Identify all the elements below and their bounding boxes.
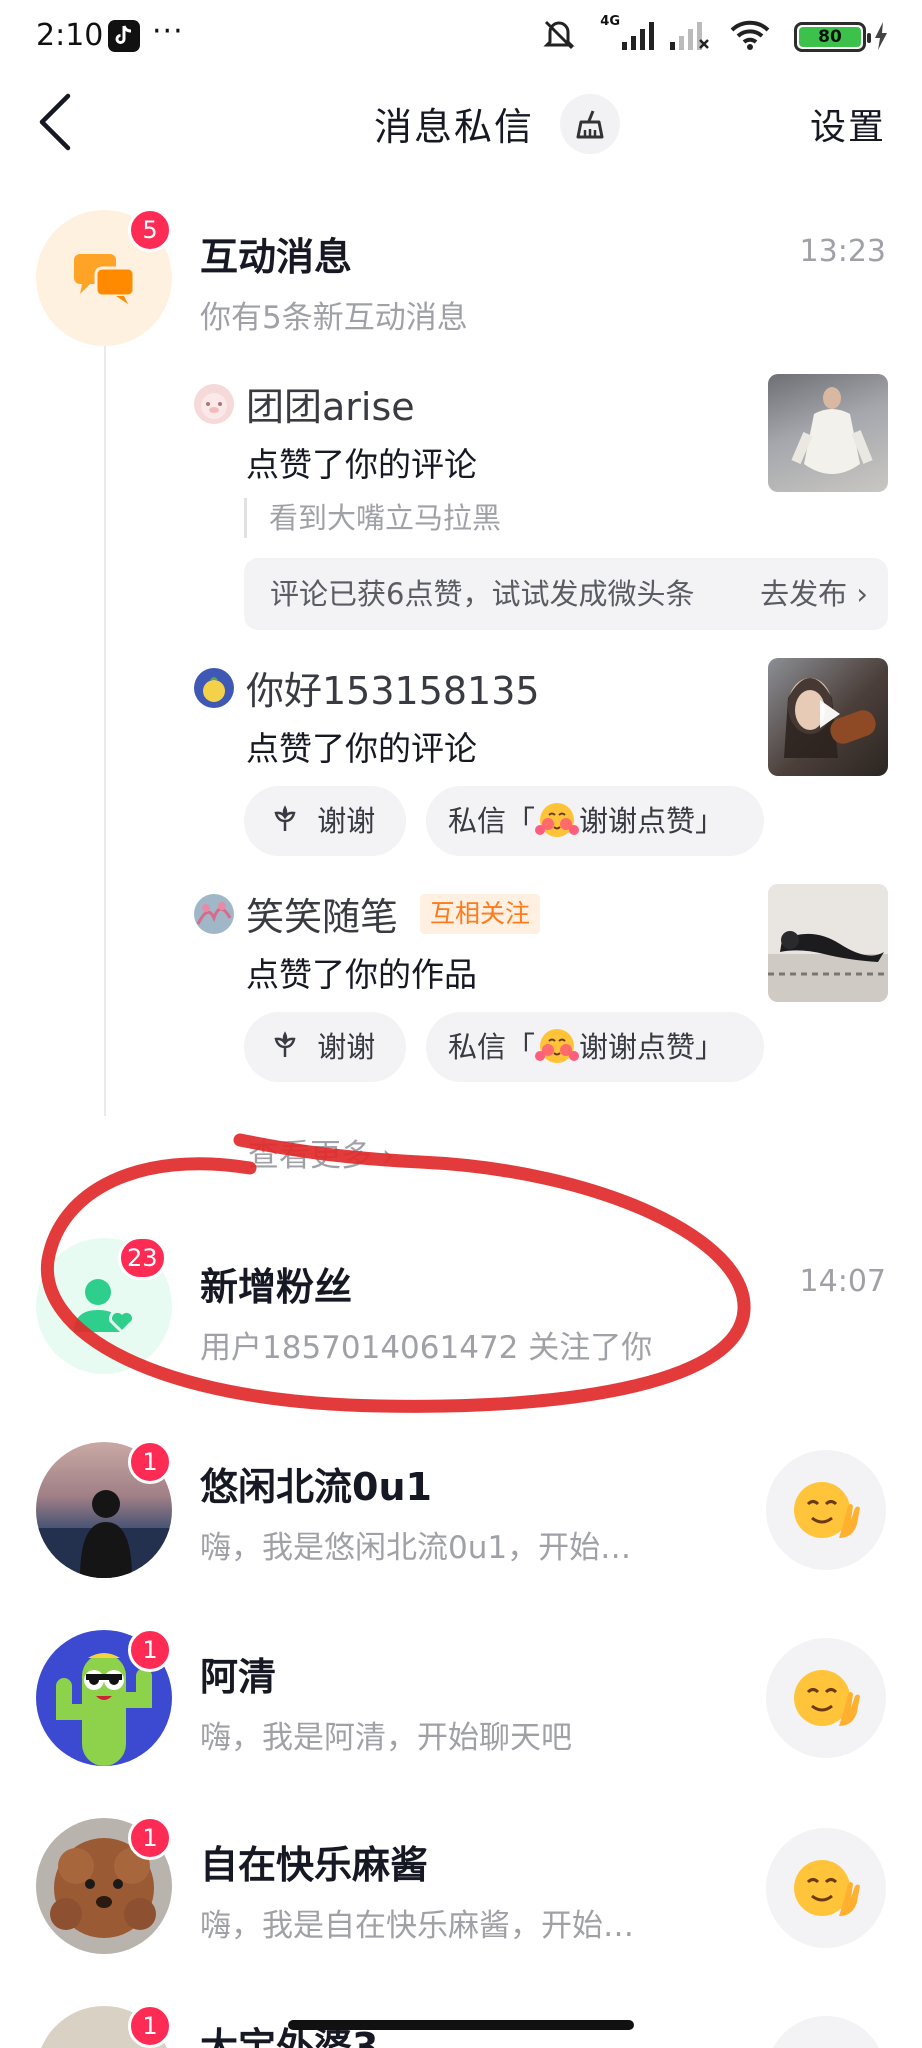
flower-icon bbox=[274, 805, 296, 831]
dm-text: 谢谢点赞」 bbox=[579, 1030, 725, 1064]
chevron-right-icon: › bbox=[381, 1138, 395, 1174]
chat-name: 阿清 bbox=[200, 1655, 277, 1699]
home-indicator[interactable] bbox=[288, 2020, 634, 2030]
thread-line bbox=[104, 346, 106, 1116]
page-title: 消息私信 bbox=[374, 105, 535, 149]
wave-button[interactable] bbox=[766, 1828, 886, 1948]
tiktok-notification-icon bbox=[108, 20, 140, 52]
publish-tip-bar[interactable]: 评论已获6点赞，试试发成微头条 去发布 › bbox=[244, 558, 888, 630]
see-more-link[interactable]: 查看更多 › bbox=[248, 1130, 394, 1175]
network-type: 4G bbox=[600, 14, 620, 29]
wave-emoji-icon bbox=[794, 1482, 860, 1538]
interaction-badge: 5 bbox=[128, 208, 172, 252]
charging-icon bbox=[874, 22, 888, 54]
dm-text: 谢谢点赞」 bbox=[579, 804, 725, 838]
status-more-dots: ··· bbox=[152, 14, 184, 49]
avatar bbox=[194, 668, 234, 708]
tip-text: 评论已获6点赞，试试发成微头条 bbox=[270, 577, 695, 611]
chat-badge: 1 bbox=[128, 2004, 172, 2048]
dm-thanks-button[interactable]: 私信「 谢谢点赞」 bbox=[426, 786, 764, 856]
mute-icon bbox=[542, 18, 576, 56]
thanks-label: 谢谢 bbox=[317, 1030, 376, 1064]
chat-badge: 1 bbox=[128, 1440, 172, 1484]
wave-button[interactable] bbox=[766, 2016, 886, 2048]
wifi-icon bbox=[730, 20, 770, 54]
wave-button[interactable] bbox=[766, 1638, 886, 1758]
chat-preview: 嗨，我是阿清，开始聊天吧 bbox=[200, 1720, 572, 1756]
thanks-button[interactable]: 谢谢 bbox=[244, 1012, 406, 1082]
chat-name: 悠闲北流0u1 bbox=[200, 1465, 432, 1509]
settings-button[interactable]: 设置 bbox=[810, 98, 886, 150]
flower-icon bbox=[274, 1031, 296, 1057]
clear-unread-button[interactable] bbox=[560, 94, 620, 154]
wave-emoji-icon bbox=[794, 1860, 860, 1916]
quoted-comment: 看到大嘴立马拉黑 bbox=[244, 498, 501, 538]
battery-level: 80 bbox=[799, 27, 861, 47]
interaction-time: 13:23 bbox=[799, 234, 886, 269]
battery-icon: 80 bbox=[794, 22, 871, 52]
signal-icon bbox=[622, 22, 656, 54]
person-heart-icon bbox=[74, 1279, 135, 1335]
chat-name: 自在快乐麻酱 bbox=[200, 1843, 429, 1887]
interaction-title: 互动消息 bbox=[200, 235, 353, 279]
action-text: 点赞了你的评论 bbox=[246, 445, 477, 484]
dm-prefix: 私信「 bbox=[448, 1030, 536, 1064]
chat-preview: 嗨，我是自在快乐麻酱，开始… bbox=[200, 1908, 634, 1944]
chat-bubbles-icon bbox=[74, 254, 136, 304]
post-thumbnail[interactable] bbox=[768, 884, 888, 1002]
action-text: 点赞了你的作品 bbox=[246, 955, 477, 994]
video-thumbnail[interactable] bbox=[768, 658, 888, 776]
chat-badge: 1 bbox=[128, 1628, 172, 1672]
post-thumbnail[interactable] bbox=[768, 374, 888, 492]
blush-emoji-icon bbox=[535, 1029, 580, 1063]
new-followers-badge: 23 bbox=[118, 1236, 167, 1280]
interaction-subtitle: 你有5条新互动消息 bbox=[200, 300, 468, 336]
dm-prefix: 私信「 bbox=[448, 804, 536, 838]
publish-link[interactable]: 去发布 › bbox=[760, 558, 868, 630]
user-name[interactable]: 你好153158135 bbox=[246, 660, 540, 715]
chevron-right-icon: › bbox=[856, 577, 868, 611]
chat-preview: 嗨，我是悠闲北流0u1，开始… bbox=[200, 1530, 632, 1566]
wave-emoji-icon bbox=[794, 1670, 860, 1726]
back-button[interactable] bbox=[36, 90, 80, 154]
avatar bbox=[194, 384, 234, 424]
wave-button[interactable] bbox=[766, 1450, 886, 1570]
new-followers-title: 新增粉丝 bbox=[200, 1265, 353, 1309]
new-followers-time: 14:07 bbox=[799, 1264, 886, 1299]
thanks-button[interactable]: 谢谢 bbox=[244, 786, 406, 856]
signal-2-icon bbox=[670, 22, 710, 54]
avatar bbox=[194, 894, 234, 934]
new-followers-subtitle: 用户1857014061472 关注了你 bbox=[200, 1330, 653, 1366]
action-text: 点赞了你的评论 bbox=[246, 729, 477, 768]
user-name[interactable]: 笑笑随笔 bbox=[246, 886, 398, 941]
user-name[interactable]: 团团arise bbox=[246, 376, 415, 431]
thanks-label: 谢谢 bbox=[317, 804, 376, 838]
status-time: 2:10 bbox=[36, 18, 104, 53]
broom-icon bbox=[576, 110, 604, 139]
dm-thanks-button[interactable]: 私信「 谢谢点赞」 bbox=[426, 1012, 764, 1082]
mutual-follow-tag: 互相关注 bbox=[420, 894, 541, 934]
blush-emoji-icon bbox=[535, 803, 580, 837]
status-bar: 2:10 ··· 4G 80 bbox=[0, 0, 922, 80]
chevron-left-icon bbox=[39, 93, 71, 151]
chat-badge: 1 bbox=[128, 1816, 172, 1860]
